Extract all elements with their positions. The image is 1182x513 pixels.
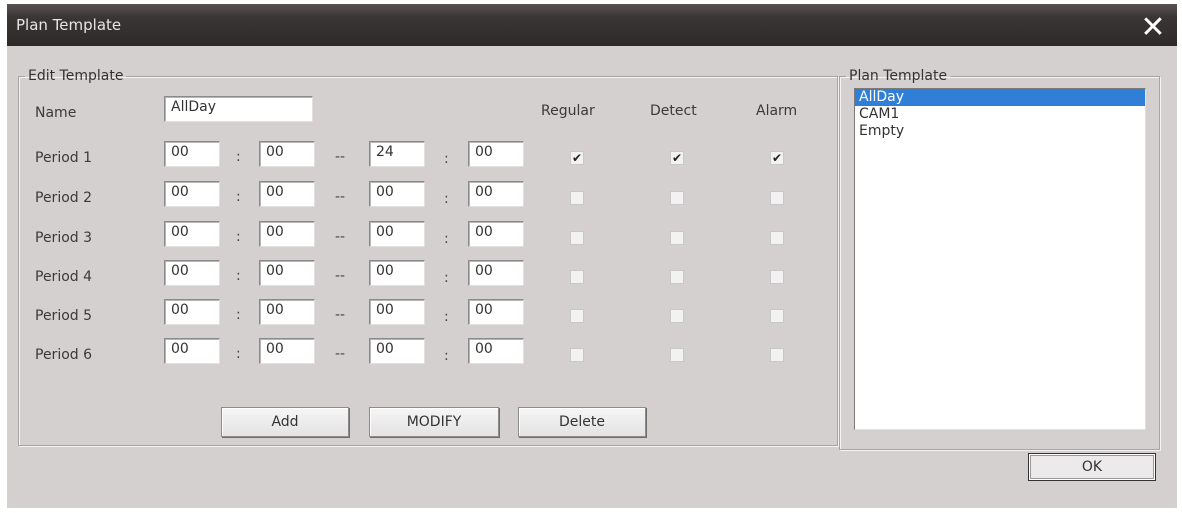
plan-template-list[interactable]: AllDay CAM1 Empty: [854, 88, 1146, 430]
period-4-start-colon: :: [236, 268, 241, 284]
period-2-end-minute[interactable]: 00: [468, 181, 524, 207]
period-6-label: Period 6: [35, 347, 93, 363]
period-6-detect-checkbox[interactable]: [670, 348, 684, 362]
checkmark-icon: ✔: [571, 151, 583, 165]
period-2-start-hour[interactable]: 00: [164, 181, 220, 207]
checkmark-icon: ✔: [671, 151, 683, 165]
period-2-alarm-checkbox[interactable]: [770, 191, 784, 205]
period-3-range-dash: --: [335, 229, 346, 245]
title-bar[interactable]: Plan Template ✕: [7, 4, 1177, 46]
period-1-start-colon: :: [236, 149, 241, 165]
period-5-start-minute[interactable]: 00: [259, 299, 315, 325]
list-item[interactable]: Empty: [855, 123, 1145, 140]
period-4-label: Period 4: [35, 269, 93, 285]
period-1-label: Period 1: [35, 150, 93, 166]
period-2-end-hour[interactable]: 00: [369, 181, 425, 207]
period-5-start-hour[interactable]: 00: [164, 299, 220, 325]
period-6-end-hour[interactable]: 00: [369, 338, 425, 364]
period-2-start-colon: :: [236, 189, 241, 205]
period-2-regular-checkbox[interactable]: [570, 191, 584, 205]
period-1-alarm-checkbox[interactable]: ✔: [770, 151, 784, 165]
period-3-label: Period 3: [35, 230, 93, 246]
plan-template-legend: Plan Template: [849, 68, 948, 84]
column-header-regular: Regular: [541, 103, 595, 119]
period-4-start-minute[interactable]: 00: [259, 260, 315, 286]
edit-template-group: Edit Template: [18, 68, 838, 446]
period-2-detect-checkbox[interactable]: [670, 191, 684, 205]
period-6-alarm-checkbox[interactable]: [770, 348, 784, 362]
period-4-detect-checkbox[interactable]: [670, 270, 684, 284]
delete-button[interactable]: Delete: [518, 407, 646, 437]
period-5-detect-checkbox[interactable]: [670, 309, 684, 323]
period-6-regular-checkbox[interactable]: [570, 348, 584, 362]
period-1-detect-checkbox[interactable]: ✔: [670, 151, 684, 165]
ok-button[interactable]: OK: [1028, 453, 1156, 481]
period-1-range-dash: --: [335, 149, 346, 165]
add-button[interactable]: Add: [221, 407, 349, 437]
period-5-regular-checkbox[interactable]: [570, 309, 584, 323]
period-3-end-minute[interactable]: 00: [468, 221, 524, 247]
period-4-alarm-checkbox[interactable]: [770, 270, 784, 284]
name-field[interactable]: AllDay: [164, 96, 313, 122]
column-header-detect: Detect: [650, 103, 697, 119]
period-6-start-colon: :: [236, 346, 241, 362]
period-4-end-hour[interactable]: 00: [369, 260, 425, 286]
period-5-alarm-checkbox[interactable]: [770, 309, 784, 323]
period-3-start-minute[interactable]: 00: [259, 221, 315, 247]
period-3-end-colon: :: [444, 231, 449, 247]
list-item[interactable]: CAM1: [855, 106, 1145, 123]
period-1-start-minute[interactable]: 00: [259, 141, 315, 167]
period-3-start-colon: :: [236, 229, 241, 245]
period-4-range-dash: --: [335, 268, 346, 284]
period-3-alarm-checkbox[interactable]: [770, 231, 784, 245]
period-6-range-dash: --: [335, 346, 346, 362]
period-6-end-colon: :: [444, 348, 449, 364]
period-3-end-hour[interactable]: 00: [369, 221, 425, 247]
period-3-regular-checkbox[interactable]: [570, 231, 584, 245]
period-1-regular-checkbox[interactable]: ✔: [570, 151, 584, 165]
period-2-start-minute[interactable]: 00: [259, 181, 315, 207]
period-5-end-colon: :: [444, 309, 449, 325]
period-1-start-hour[interactable]: 00: [164, 141, 220, 167]
period-6-start-minute[interactable]: 00: [259, 338, 315, 364]
period-1-end-hour[interactable]: 24: [369, 141, 425, 167]
modify-button[interactable]: MODIFY: [369, 407, 499, 437]
period-5-range-dash: --: [335, 307, 346, 323]
period-3-start-hour[interactable]: 00: [164, 221, 220, 247]
period-5-end-minute[interactable]: 00: [468, 299, 524, 325]
period-4-end-minute[interactable]: 00: [468, 260, 524, 286]
period-2-range-dash: --: [335, 189, 346, 205]
period-6-start-hour[interactable]: 00: [164, 338, 220, 364]
period-4-regular-checkbox[interactable]: [570, 270, 584, 284]
period-2-label: Period 2: [35, 190, 93, 206]
period-4-start-hour[interactable]: 00: [164, 260, 220, 286]
period-5-start-colon: :: [236, 307, 241, 323]
period-3-detect-checkbox[interactable]: [670, 231, 684, 245]
period-1-end-colon: :: [444, 151, 449, 167]
edit-template-legend: Edit Template: [28, 68, 124, 84]
period-6-end-minute[interactable]: 00: [468, 338, 524, 364]
period-1-end-minute[interactable]: 00: [468, 141, 524, 167]
checkmark-icon: ✔: [771, 151, 783, 165]
close-icon[interactable]: ✕: [1139, 13, 1167, 43]
list-item[interactable]: AllDay: [855, 89, 1145, 106]
column-header-alarm: Alarm: [756, 103, 798, 119]
window-title: Plan Template: [16, 16, 122, 34]
period-5-end-hour[interactable]: 00: [369, 299, 425, 325]
period-2-end-colon: :: [444, 191, 449, 207]
period-4-end-colon: :: [444, 270, 449, 286]
period-5-label: Period 5: [35, 308, 93, 324]
name-label: Name: [35, 105, 77, 121]
